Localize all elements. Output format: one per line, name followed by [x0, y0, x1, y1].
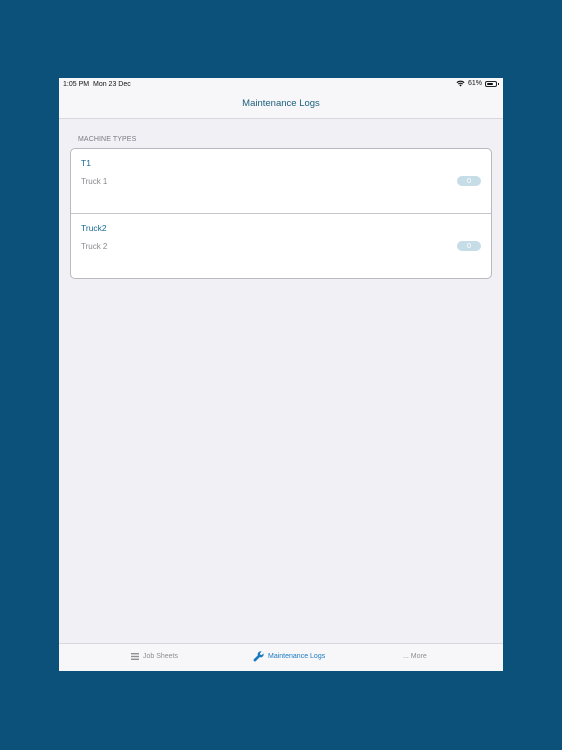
- tab-maintenance-logs[interactable]: Maintenance Logs: [253, 651, 325, 662]
- machine-type-list: T1 Truck 1 0 Truck2 Truck 2 0: [70, 148, 492, 279]
- count-badge: 0: [457, 176, 481, 186]
- wrench-icon: [253, 651, 264, 662]
- wifi-icon: [456, 80, 465, 87]
- list-icon: [131, 653, 139, 660]
- status-bar: 1:05 PM Mon 23 Dec 61%: [59, 78, 503, 91]
- battery-percent: 61%: [467, 80, 482, 87]
- status-indicators: 61%: [456, 80, 499, 87]
- machine-type-subtitle: Truck 2: [81, 242, 108, 251]
- count-badge: 0: [457, 241, 481, 251]
- status-time: 1:05 PM: [63, 81, 90, 88]
- tab-label: Maintenance Logs: [268, 653, 326, 660]
- battery-icon: [485, 80, 499, 87]
- tab-bar: Job Sheets Maintenance Logs ... More: [59, 643, 503, 671]
- tab-more[interactable]: ... More: [403, 653, 427, 660]
- tab-label: ... More: [403, 653, 427, 660]
- machine-type-title: Truck2: [81, 223, 107, 233]
- tab-job-sheets[interactable]: Job Sheets: [131, 653, 178, 660]
- section-header: MACHINE TYPES: [78, 136, 137, 143]
- app-window: 1:05 PM Mon 23 Dec 61% Maintenance Logs …: [59, 78, 503, 671]
- machine-type-subtitle: Truck 1: [81, 177, 108, 186]
- tab-label: Job Sheets: [143, 653, 179, 660]
- machine-type-card[interactable]: Truck2 Truck 2 0: [71, 213, 491, 278]
- machine-type-title: T1: [81, 158, 91, 168]
- page-title: Maintenance Logs: [242, 98, 320, 109]
- machine-type-card[interactable]: T1 Truck 1 0: [71, 149, 491, 213]
- navigation-bar: Maintenance Logs: [59, 91, 503, 119]
- status-date: Mon 23 Dec: [93, 81, 131, 88]
